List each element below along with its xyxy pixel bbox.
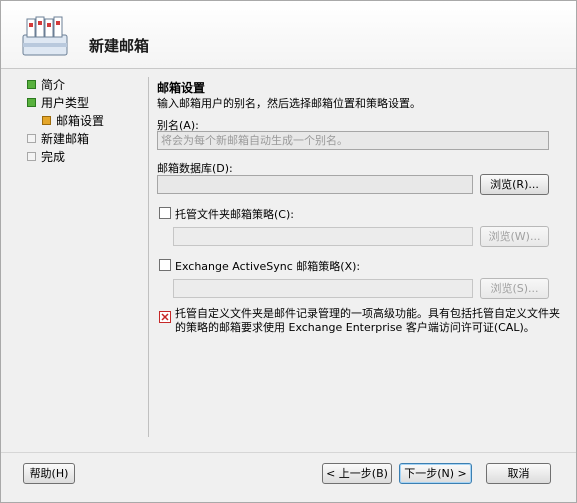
cancel-button[interactable]: 取消: [486, 463, 551, 484]
step-done-icon: [27, 98, 36, 107]
info-warning-icon: [159, 311, 171, 323]
section-description: 输入邮箱用户的别名，然后选择邮箱位置和策略设置。: [157, 97, 421, 110]
step-done-icon: [27, 80, 36, 89]
nav-step-label: 新建邮箱: [41, 132, 90, 146]
step-pending-icon: [27, 134, 36, 143]
nav-step-label: 用户类型: [41, 96, 90, 110]
nav-step-label: 简介: [41, 78, 66, 92]
database-label: 邮箱数据库(D):: [157, 162, 233, 175]
footer-divider: [1, 452, 576, 453]
activesync-browse-button[interactable]: 浏览(S)...: [480, 278, 549, 299]
section-title: 邮箱设置: [157, 81, 206, 95]
help-button[interactable]: 帮助(H): [23, 463, 75, 484]
database-input[interactable]: [157, 175, 473, 194]
wizard-header: 新建邮箱: [1, 1, 576, 69]
activesync-policy-checkbox[interactable]: [159, 259, 171, 271]
wizard-window: 新建邮箱 简介 用户类型 邮箱设置 新建邮箱 完成 邮箱设置 输入邮箱用户的别名…: [0, 0, 577, 503]
activesync-policy-label: Exchange ActiveSync 邮箱策略(X):: [175, 260, 361, 273]
back-button[interactable]: < 上一步(B): [322, 463, 392, 484]
nav-step-label: 完成: [41, 150, 66, 164]
database-browse-button[interactable]: 浏览(R)...: [480, 174, 549, 195]
mailbox-stack-icon: [22, 16, 68, 56]
managed-folder-browse-button[interactable]: 浏览(W)...: [480, 226, 549, 247]
activesync-policy-input[interactable]: [173, 279, 473, 298]
nav-divider: [148, 77, 149, 437]
step-current-icon: [42, 116, 51, 125]
managed-folder-policy-label: 托管文件夹邮箱策略(C):: [175, 208, 294, 221]
info-message: 托管自定义文件夹是邮件记录管理的一项高级功能。具有包括托管自定义文件夹的策略的邮…: [175, 307, 560, 334]
nav-step-label: 邮箱设置: [56, 114, 105, 128]
managed-folder-policy-input[interactable]: [173, 227, 473, 246]
next-button[interactable]: 下一步(N) >: [399, 463, 472, 484]
managed-folder-policy-checkbox[interactable]: [159, 207, 171, 219]
alias-input[interactable]: 将会为每个新邮箱自动生成一个别名。: [157, 131, 549, 150]
step-pending-icon: [27, 152, 36, 161]
wizard-title: 新建邮箱: [89, 37, 150, 55]
